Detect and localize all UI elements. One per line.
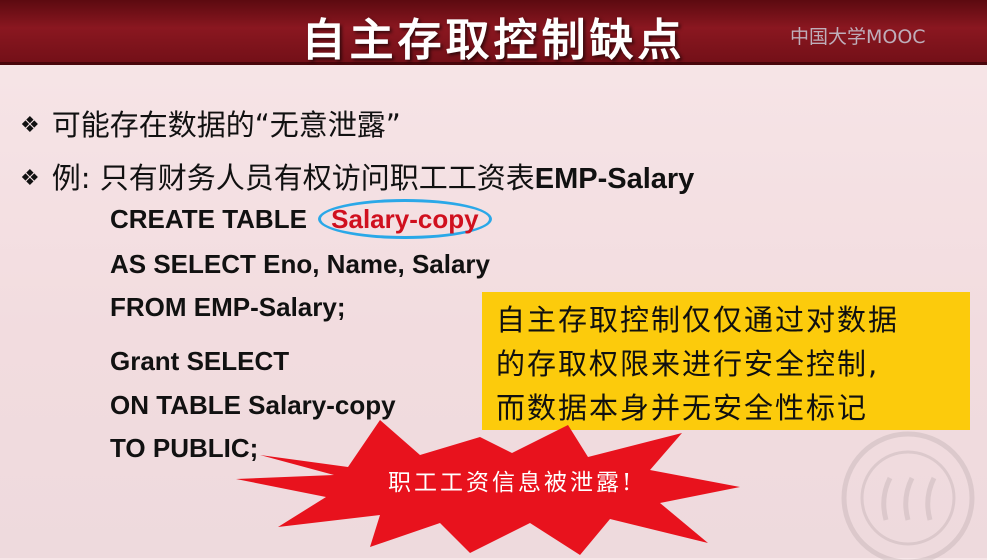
note-line-2: 的存取权限来进行安全控制,: [496, 347, 880, 381]
bullet-1: ❖ 可能存在数据的“无意泄露”: [20, 102, 401, 144]
mooc-watermark: 中国大学MOOC: [790, 26, 926, 48]
bullet-2: ❖ 例: 只有财务人员有权访问职工工资表EMP-Salary: [20, 155, 694, 197]
code-as-select-line: AS SELECT Eno, Name, Salary: [110, 249, 491, 279]
note-line-1: 自主存取控制仅仅通过对数据: [496, 303, 900, 337]
code-from-line: FROM EMP-Salary;: [110, 292, 346, 322]
code-grant-line: Grant SELECT: [110, 346, 290, 376]
diamond-bullet-icon: ❖: [20, 166, 40, 191]
bullet-2-prefix: 例: 只有财务人员有权访问职工工资表: [51, 161, 535, 195]
burst-text: 职工工资信息被泄露!: [388, 470, 635, 496]
note-box: 自主存取控制仅仅通过对数据 的存取权限来进行安全控制, 而数据本身并无安全性标记: [482, 292, 970, 430]
diamond-bullet-icon: ❖: [20, 113, 40, 138]
bullet-1-text: 可能存在数据的“无意泄露”: [51, 108, 401, 142]
code-create-prefix: CREATE TABLE: [110, 204, 307, 234]
highlighted-table-name: Salary-copy: [318, 199, 492, 239]
code-create-line: CREATE TABLE Salary-copy: [110, 199, 492, 239]
bullet-2-table-name: EMP-Salary: [534, 163, 695, 195]
university-seal-icon: [841, 431, 975, 560]
